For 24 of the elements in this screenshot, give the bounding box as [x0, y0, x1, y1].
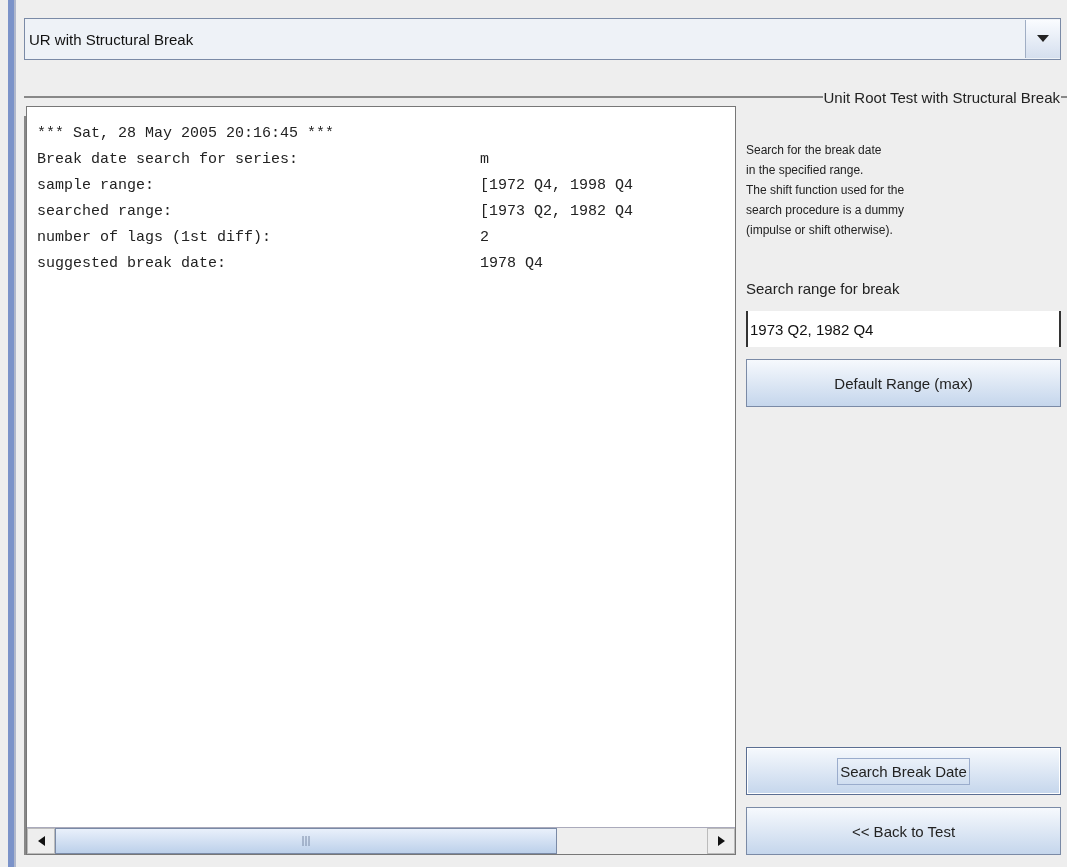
output-label: sample range: [37, 176, 156, 196]
dropdown-arrow-icon [1037, 35, 1049, 43]
output-value: [1972 Q4, 1998 Q4 [480, 176, 635, 196]
scroll-right-icon[interactable] [717, 836, 725, 846]
output-label: Break date search for series: [37, 150, 300, 170]
scroll-left-icon[interactable] [37, 836, 45, 846]
grip-icon[interactable] [302, 836, 310, 846]
default-range-button[interactable]: Default Range (max) [746, 359, 1061, 407]
model-dropdown[interactable]: UR with Structural Break [24, 18, 1061, 60]
output-label: suggested break date: [37, 254, 228, 274]
output-label: number of lags (1st diff): [37, 228, 273, 248]
description-text: Search for the break date in the specified range. The shift function used for the search procedure is a dummy (impulse or shift otherwise). [746, 142, 906, 239]
group-title: Unit Root Test with Structural Break [822, 88, 1061, 106]
output-value: [1973 Q2, 1982 Q4 [480, 202, 635, 222]
back-to-test-button[interactable]: << Back to Test [746, 807, 1061, 855]
range-input[interactable]: 1973 Q2, 1982 Q4 [746, 311, 1061, 347]
output-value: 2 [480, 228, 490, 248]
output-label: searched range: [37, 202, 174, 222]
output-header: *** Sat, 28 May 2005 20:16:45 *** [37, 124, 336, 144]
search-break-date-button[interactable]: Search Break Date [746, 747, 1061, 795]
horizontal-scrollbar[interactable] [27, 827, 735, 854]
range-label: Search range for break [746, 280, 901, 297]
output-value: 1978 Q4 [480, 254, 544, 274]
output-value: m [480, 150, 490, 170]
